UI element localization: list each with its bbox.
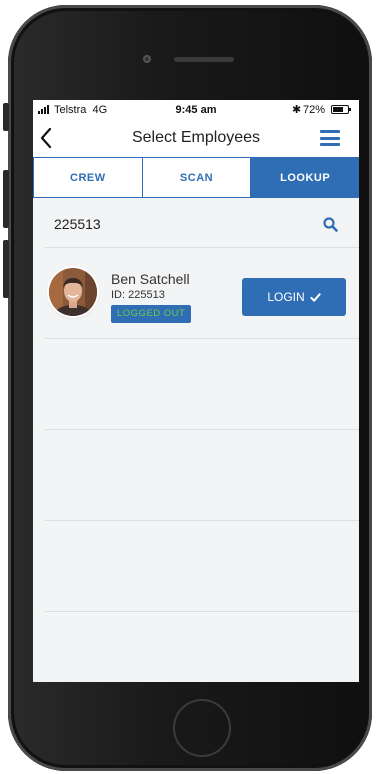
nav-bar: Select Employees [33, 120, 359, 157]
search-input[interactable]: 225513 [54, 216, 101, 232]
home-button[interactable] [173, 699, 231, 757]
camera-icon [143, 55, 151, 63]
tab-scan[interactable]: SCAN [143, 158, 252, 197]
tab-lookup[interactable]: LOOKUP [251, 158, 359, 197]
screen: Telstra 4G 9:45 am ✱ 72% Select Employee… [33, 100, 359, 682]
page-title: Select Employees [131, 129, 261, 146]
avatar [49, 268, 97, 316]
search-bar[interactable]: 225513 [45, 198, 359, 248]
empty-row [45, 430, 359, 521]
volume-up-button [3, 170, 9, 228]
tab-crew[interactable]: CREW [33, 158, 143, 197]
empty-row [45, 521, 359, 612]
battery-percent: 72% [303, 104, 326, 116]
login-button-label: LOGIN [267, 290, 305, 304]
search-icon[interactable] [323, 217, 338, 232]
bluetooth-icon: ✱ [292, 104, 302, 116]
status-badge: LOGGED OUT [111, 305, 192, 323]
mute-switch [3, 103, 9, 131]
hamburger-menu-icon[interactable] [320, 130, 340, 146]
employee-name: Ben Satchell [111, 271, 190, 287]
empty-row [45, 339, 359, 430]
login-button[interactable]: LOGIN [242, 278, 346, 316]
employee-row: Ben Satchell ID: 225513 LOGGED OUT LOGIN [45, 248, 359, 339]
volume-down-button [3, 240, 9, 298]
checkmark-icon [310, 292, 321, 302]
battery-icon [331, 105, 351, 114]
tab-bar: CREW SCAN LOOKUP [33, 157, 359, 198]
employee-id: ID: 225513 [111, 289, 165, 301]
status-bar: Telstra 4G 9:45 am ✱ 72% [33, 100, 359, 120]
speaker-grille [174, 57, 234, 62]
